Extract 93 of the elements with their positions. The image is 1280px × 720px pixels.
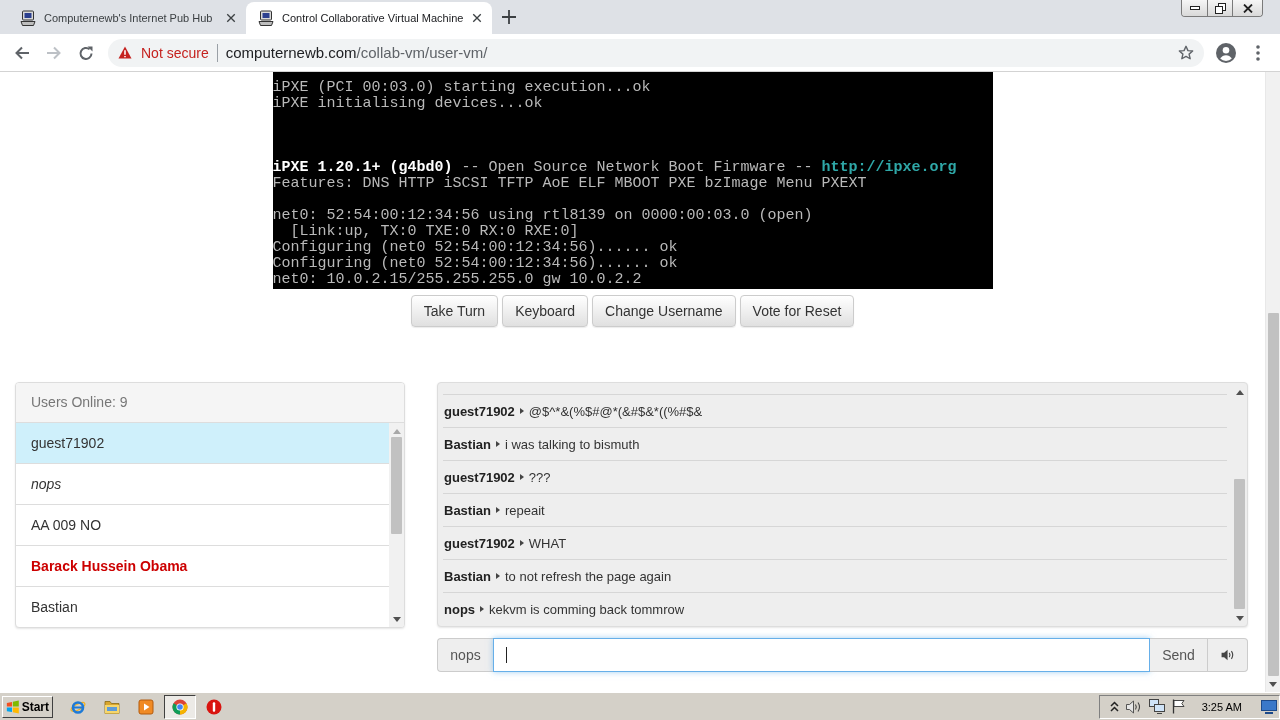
url-text: computernewb.com/collab-vm/user-vm/ xyxy=(225,44,488,61)
console-line: iPXE 1.20.1+ (g4bd0) -- Open Source Network Boot Firmware -- http://ipxe.org xyxy=(272,160,957,176)
taskbar-button[interactable] xyxy=(164,694,196,719)
ring-icon xyxy=(70,698,86,715)
close-window-button[interactable] xyxy=(1232,0,1262,16)
alert-icon xyxy=(206,698,222,715)
user-list-item[interactable]: Barack Hussein Obama xyxy=(16,545,389,586)
volume-button[interactable] xyxy=(1208,638,1248,672)
minimize-icon xyxy=(1189,6,1200,10)
send-button[interactable]: Send xyxy=(1150,638,1208,672)
speaker-icon xyxy=(1220,649,1235,661)
address-bar[interactable]: Not secure computernewb.com/collab-vm/user-vm/ xyxy=(108,38,1204,67)
console-line: iPXE (PCI 00:03.0) starting execution...ok xyxy=(272,80,651,96)
new-tab-icon[interactable] xyxy=(502,10,517,24)
flag-icon[interactable] xyxy=(1171,699,1185,714)
scrollbar-thumb[interactable] xyxy=(1234,479,1245,609)
console-line: iPXE initialising devices...ok xyxy=(272,96,543,112)
folder-icon xyxy=(104,698,120,715)
console-line: [Link:up, TX:0 TXE:0 RX:0 RXE:0] xyxy=(289,224,579,240)
chat-username: Bastian xyxy=(444,568,491,584)
close-icon[interactable] xyxy=(225,12,237,24)
console-line: net0: 52:54:00:12:34:56 using rtl8139 on 0000:00:03.0 (open) xyxy=(272,208,813,224)
triangle-icon xyxy=(519,408,524,414)
user-list-item[interactable]: guest71902 xyxy=(16,423,389,463)
computer-icon xyxy=(258,10,274,26)
scrollbar[interactable] xyxy=(1265,72,1280,692)
down-arrow-icon[interactable] xyxy=(1269,682,1277,687)
message-input[interactable] xyxy=(493,638,1150,672)
triangle-icon xyxy=(480,606,485,612)
flag-icon xyxy=(6,698,20,715)
warning-icon xyxy=(118,46,132,59)
chat-message-text: ??? xyxy=(528,469,551,485)
reload-icon[interactable] xyxy=(78,44,94,61)
action-button[interactable]: Keyboard xyxy=(502,295,589,327)
restore-icon xyxy=(1214,2,1226,14)
action-button[interactable]: Vote for Reset xyxy=(739,295,855,327)
chat-username: guest71902 xyxy=(444,469,515,485)
action-button[interactable]: Take Turn xyxy=(410,295,499,327)
triangle-icon xyxy=(519,540,524,546)
scrollbar-thumb[interactable] xyxy=(391,437,402,534)
menu-icon[interactable] xyxy=(1256,44,1260,61)
user-list-item[interactable]: nops xyxy=(16,463,389,504)
chat-username: guest71902 xyxy=(444,403,515,419)
start-button[interactable]: Start xyxy=(2,695,53,718)
chat-message-text: repeait xyxy=(504,502,545,518)
chat-message-text: to not refresh the page again xyxy=(504,568,672,584)
triangle-icon xyxy=(495,507,500,513)
restore-button[interactable] xyxy=(1207,0,1232,16)
users-online-header: Users Online: 9 xyxy=(16,383,404,423)
vm-screen[interactable] xyxy=(272,72,993,289)
user-list-item[interactable]: Bastian xyxy=(16,586,389,627)
text-cursor-icon xyxy=(506,647,507,663)
console-line: Configuring (net0 52:54:00:12:34:56)...... ok xyxy=(272,240,678,256)
star-icon[interactable] xyxy=(1178,44,1194,61)
triangle-icon xyxy=(519,474,524,480)
down-arrow-icon[interactable] xyxy=(1235,616,1244,621)
minimize-button[interactable] xyxy=(1182,0,1207,16)
console-line: net0: 10.0.2.15/255.255.255.0 gw 10.0.2.2 xyxy=(272,272,642,288)
console-link: http://ipxe.org xyxy=(821,159,957,176)
down-arrow-icon[interactable] xyxy=(392,617,401,622)
network-icon[interactable] xyxy=(1148,699,1165,714)
browser-tab[interactable]: Computernewb's Internet Pub Hub xyxy=(8,2,246,34)
up-arrow-icon[interactable] xyxy=(1235,390,1244,395)
chat-username: nops xyxy=(444,601,476,617)
console-line: Configuring (net0 52:54:00:12:34:56)...... ok xyxy=(272,256,678,272)
speaker-icon[interactable] xyxy=(1125,699,1142,714)
double-caret-icon[interactable] xyxy=(1109,701,1119,712)
play-icon xyxy=(138,698,154,715)
username-label: nops xyxy=(437,638,493,672)
security-label[interactable]: Not secure xyxy=(141,44,209,61)
close-icon xyxy=(1242,3,1253,13)
computer-icon xyxy=(20,10,36,26)
chat-message-text: i was talking to bismuth xyxy=(504,436,640,452)
chat-message-text: @$^*&(%$#@*(&#$&*((%#$& xyxy=(528,403,703,419)
scrollbar[interactable] xyxy=(389,423,404,627)
chat-message-text: kekvm is comming back tommrow xyxy=(489,601,685,617)
user-list-item[interactable]: AA 009 NO xyxy=(16,504,389,545)
triangle-icon xyxy=(495,573,500,579)
scrollbar-thumb[interactable] xyxy=(1267,313,1279,676)
back-icon[interactable] xyxy=(14,44,30,61)
action-button[interactable]: Change Username xyxy=(592,295,736,327)
console-line: Features: DNS HTTP iSCSI TFTP AoE ELF MBOOT PXE bzImage Menu PXEXT xyxy=(272,176,867,192)
chat-username: Bastian xyxy=(444,436,491,452)
profile-icon[interactable] xyxy=(1216,42,1236,63)
browser-tab[interactable]: Control Collaborative Virtual Machine xyxy=(246,2,493,34)
clock-text[interactable]: 3:25 AM xyxy=(1201,700,1242,713)
desktop-icon[interactable] xyxy=(1261,699,1277,714)
chat-username: Bastian xyxy=(444,502,491,518)
triangle-icon xyxy=(495,441,500,447)
circle-logo-icon xyxy=(172,698,188,715)
chat-message-text: WHAT xyxy=(528,535,567,551)
close-icon[interactable] xyxy=(471,12,484,24)
chat-username: guest71902 xyxy=(444,535,515,551)
